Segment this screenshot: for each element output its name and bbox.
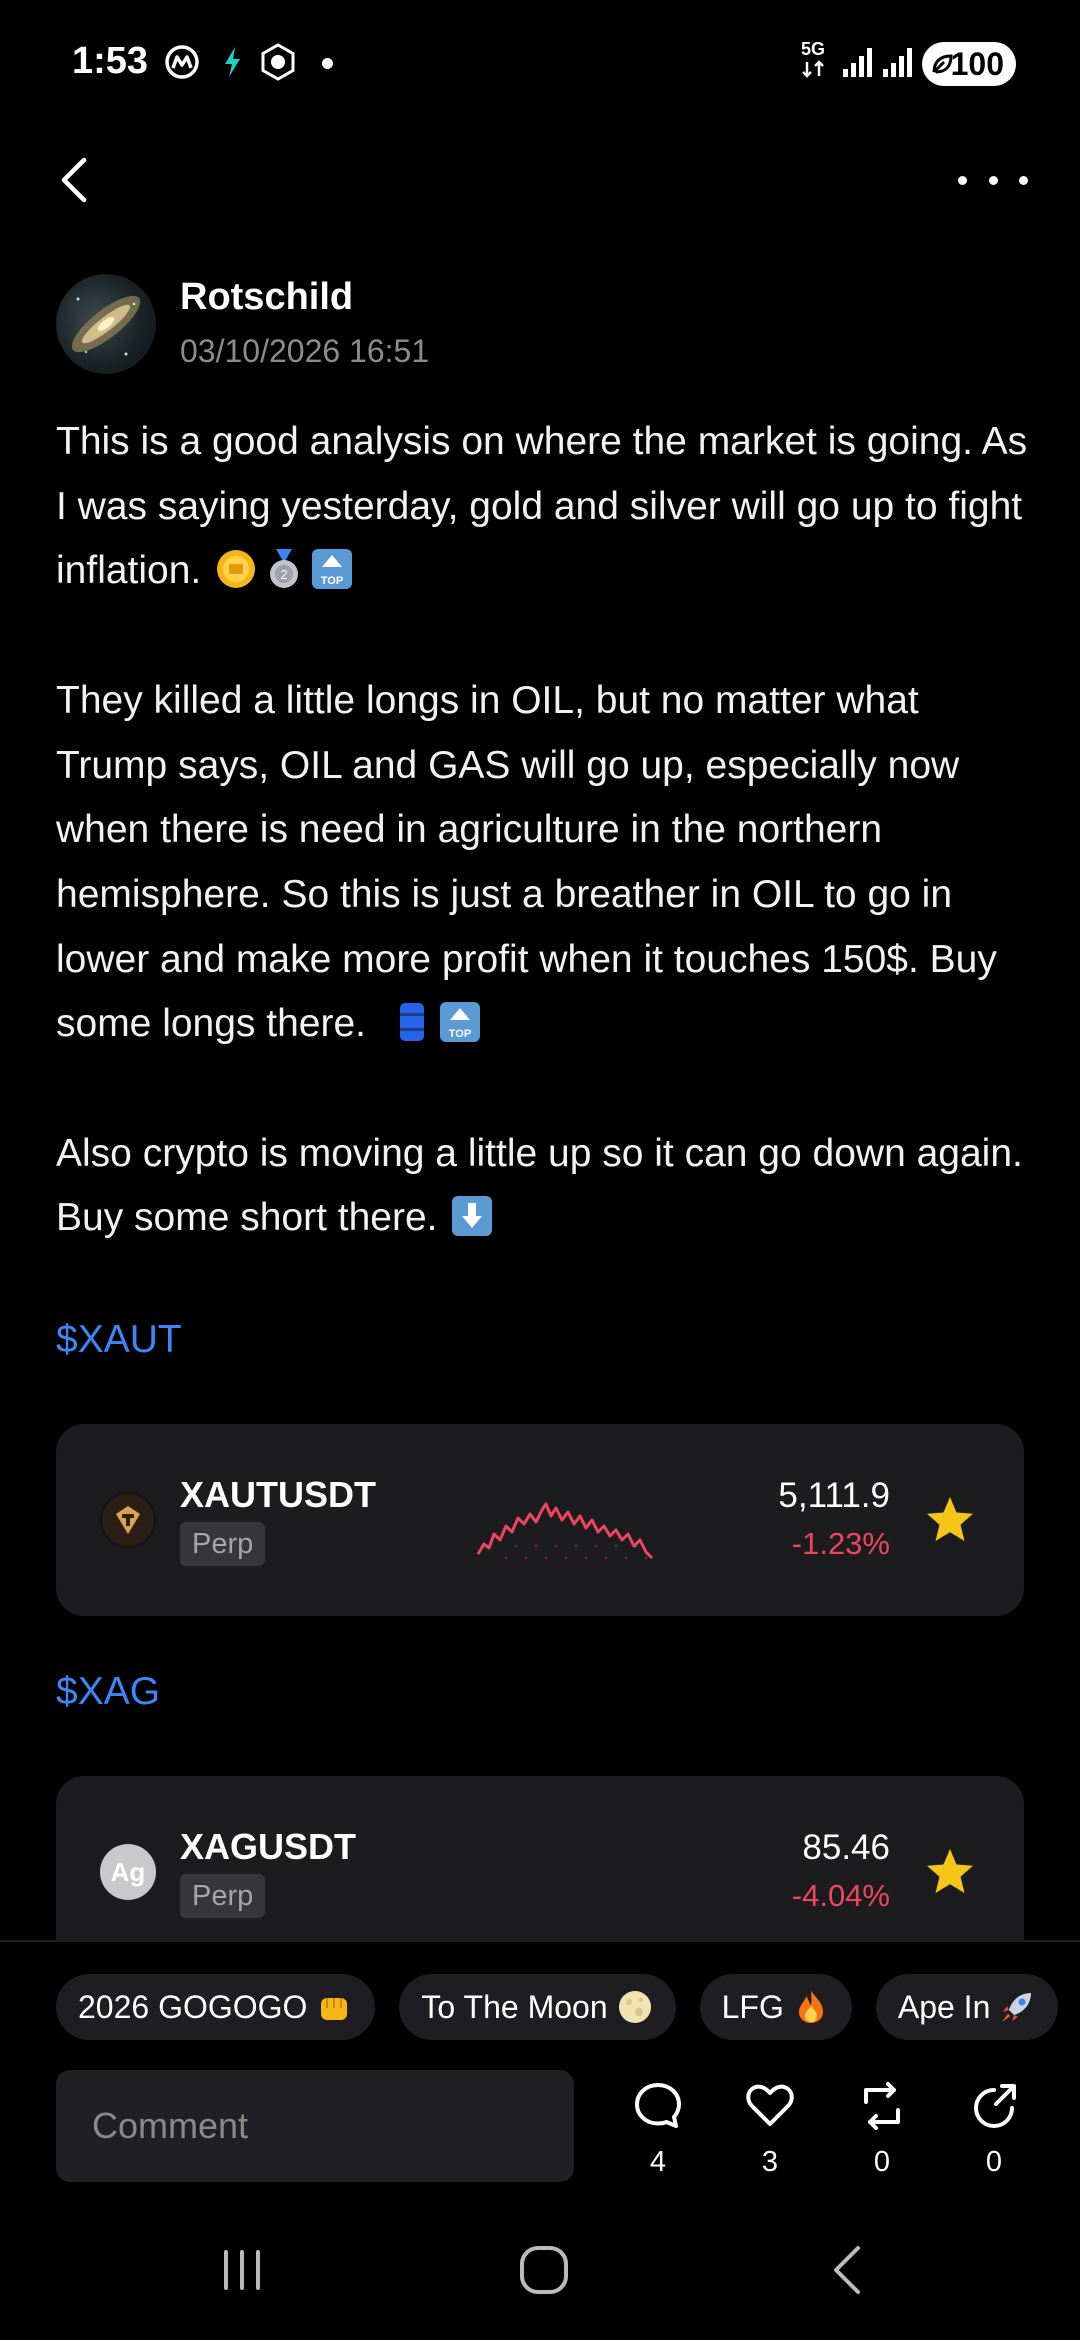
chip-to-the-moon[interactable]: To The Moon <box>399 1974 676 2040</box>
silver-ag-icon: Ag <box>100 1844 156 1900</box>
shares-count: 0 <box>985 2146 1003 2178</box>
perp-badge: Perp <box>180 1874 266 1918</box>
comment-input[interactable]: Comment <box>56 2070 574 2182</box>
share-action[interactable]: 0 <box>958 2080 1030 2179</box>
quick-reply-chips: 2026 GOGOGO To The Moon LFG Ape In <box>56 1974 1059 2040</box>
comment-icon <box>635 2083 681 2128</box>
avatar[interactable] <box>56 274 156 374</box>
battery-saver-icon <box>932 54 953 74</box>
reposts-count: 0 <box>873 2146 891 2178</box>
more-horizontal-icon <box>958 175 967 185</box>
svg-text:2: 2 <box>280 567 287 582</box>
repost-action[interactable]: 0 <box>846 2080 918 2179</box>
heart-icon <box>746 2084 794 2126</box>
comments-count: 4 <box>649 2146 667 2178</box>
perp-badge: Perp <box>180 1522 266 1566</box>
battery-indicator: 100 <box>922 42 1016 86</box>
likes-count: 3 <box>761 2146 779 2178</box>
top-arrow-icon: TOP <box>439 1002 480 1043</box>
divider <box>0 1940 1080 1942</box>
bolt-icon <box>212 42 252 82</box>
chip-ape-in[interactable]: Ape In <box>875 1974 1059 2040</box>
ticker-price: 85.46 <box>802 1828 890 1867</box>
post-paragraph-2: They killed a little longs in OIL, but n… <box>56 678 997 1046</box>
post-body: This is a good analysis on where the mar… <box>56 410 1036 1251</box>
ticker-tag-xag[interactable]: $XAG <box>56 1670 160 1714</box>
chip-lfg[interactable]: LFG <box>699 1974 852 2040</box>
silver-medal-icon: 2 <box>270 549 299 589</box>
signal-2-icon <box>878 42 918 82</box>
author-name[interactable]: Rotschild <box>180 276 353 319</box>
svg-text:TOP: TOP <box>448 1028 470 1040</box>
top-arrow-icon: TOP <box>312 549 353 590</box>
home-button[interactable] <box>514 2240 574 2300</box>
recent-apps-button[interactable] <box>212 2240 272 2300</box>
sparkline-chart <box>476 1502 654 1560</box>
ticker-tag-xaut[interactable]: $XAUT <box>56 1318 182 1362</box>
network-type: 5G <box>796 40 830 79</box>
ticker-change: -4.04% <box>791 1878 890 1913</box>
status-time: 1:53 <box>72 40 149 82</box>
ticker-price: 5,111.9 <box>778 1476 890 1515</box>
share-icon <box>974 2084 1016 2128</box>
chevron-left-icon <box>61 157 87 203</box>
notification-dot-icon <box>322 58 333 69</box>
coinmarketcap-icon <box>162 42 202 82</box>
chip-2026-gogogo[interactable]: 2026 GOGOGO <box>56 1974 376 2040</box>
coin-emoji-icon <box>217 550 256 589</box>
tether-gold-icon <box>100 1492 156 1548</box>
favorite-star-icon[interactable] <box>924 1494 976 1546</box>
post-paragraph-1: This is a good analysis on where the mar… <box>56 420 1028 593</box>
battery-level: 100 <box>950 45 1004 82</box>
fire-icon <box>798 1991 823 2023</box>
comments-action[interactable]: 4 <box>622 2080 694 2179</box>
rocket-icon <box>1002 1993 1032 2022</box>
ticker-card-xautusdt[interactable]: XAUTUSDT Perp 5,111.9 -1.23% <box>56 1424 1024 1616</box>
favorite-star-icon[interactable] <box>924 1846 976 1898</box>
svg-text:TOP: TOP <box>321 575 343 587</box>
down-arrow-icon <box>452 1196 493 1237</box>
full-moon-icon <box>618 1991 651 2023</box>
ticker-card-xagusdt[interactable]: Ag XAGUSDT Perp 85.46 -4.04% <box>56 1776 1024 1940</box>
more-options-button[interactable] <box>958 152 1028 208</box>
like-action[interactable]: 3 <box>734 2080 806 2179</box>
pair-name: XAUTUSDT <box>180 1474 376 1515</box>
repost-icon <box>864 2082 900 2130</box>
signal-icon <box>838 42 878 82</box>
oil-barrel-icon <box>399 1003 424 1042</box>
fist-emoji-icon <box>321 1998 348 2020</box>
post-datetime: 03/10/2026 16:51 <box>180 333 430 369</box>
back-button[interactable] <box>52 152 102 208</box>
ticker-change: -1.23% <box>791 1526 890 1561</box>
status-bar: 1:53 5G 100 <box>0 0 1080 128</box>
post-paragraph-3: Also crypto is moving a little up so it … <box>56 1131 1023 1240</box>
crypto-com-icon <box>258 42 298 82</box>
pair-name: XAGUSDT <box>180 1826 357 1867</box>
system-back-button[interactable] <box>818 2240 878 2300</box>
